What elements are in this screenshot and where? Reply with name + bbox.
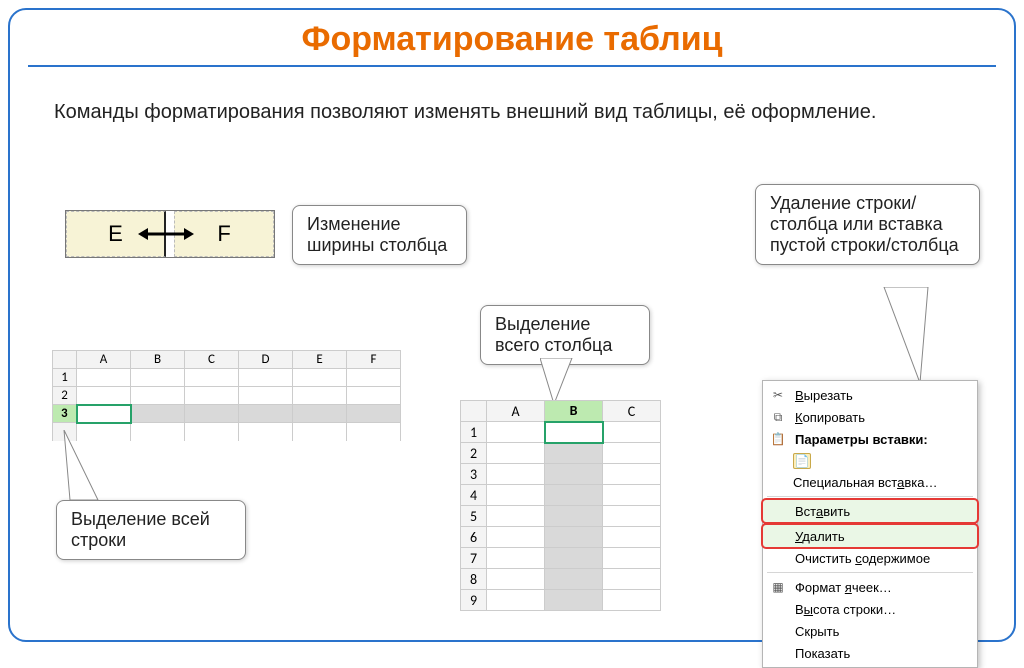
menu-paste-special-label: Специальная вставка… [793, 475, 937, 490]
copy-icon: ⧉ [769, 409, 787, 425]
blank-icon [769, 623, 787, 639]
row-header[interactable]: 2 [53, 387, 77, 405]
blank-icon [769, 645, 787, 661]
menu-clear[interactable]: Очистить содержимое [763, 547, 977, 569]
row-header[interactable]: 4 [461, 485, 487, 506]
menu-clear-label: Очистить содержимое [795, 551, 930, 566]
row-header[interactable]: 5 [461, 506, 487, 527]
slide-frame: Форматирование таблиц Команды форматиров… [8, 8, 1016, 642]
menu-hide[interactable]: Скрыть [763, 620, 977, 642]
row-header[interactable]: 3 [461, 464, 487, 485]
row-header[interactable]: 1 [53, 369, 77, 387]
context-menu: ✂ Вырезать ⧉ Копировать 📋 Параметры вста… [762, 380, 978, 668]
callout-insert-delete-text: Удаление строки/столбца или вставка пуст… [770, 193, 959, 255]
blank-icon [769, 550, 787, 566]
callout-tail-menu [876, 287, 936, 383]
intro-text: Команды форматирования позволяют изменят… [54, 99, 970, 126]
callout-column-width-text: Изменение ширины столбца [307, 214, 447, 255]
format-cells-icon: ▦ [769, 579, 787, 595]
active-cell[interactable] [77, 405, 131, 423]
row-col-corner[interactable] [461, 401, 487, 422]
col-header[interactable]: B [131, 351, 185, 369]
menu-cut-label: Вырезать [795, 388, 853, 403]
row-header[interactable]: 2 [461, 443, 487, 464]
menu-separator [767, 496, 973, 497]
row-selection-grid: A B C D E F 1 2 3 [52, 350, 401, 441]
callout-col-select-text: Выделение всего столбца [495, 314, 612, 355]
callout-row-select: Выделение всей строки [56, 500, 246, 560]
menu-paste-option-button[interactable]: 📄 [763, 450, 977, 472]
menu-delete-label: Удалить [795, 529, 845, 544]
menu-cut[interactable]: ✂ Вырезать [763, 384, 977, 406]
blank-icon [769, 601, 787, 617]
col-header[interactable]: D [239, 351, 293, 369]
menu-insert[interactable]: Вставить [763, 500, 977, 522]
callout-tail-col [540, 358, 580, 404]
col-header[interactable]: A [77, 351, 131, 369]
cut-icon: ✂ [769, 387, 787, 403]
row-header[interactable]: 1 [461, 422, 487, 443]
menu-copy-label: Копировать [795, 410, 865, 425]
callout-col-select: Выделение всего столбца [480, 305, 650, 365]
row-header[interactable]: 9 [461, 590, 487, 611]
blank-icon [769, 528, 787, 544]
title-underline [28, 65, 996, 67]
menu-row-height-label: Высота строки… [795, 602, 896, 617]
menu-row-height[interactable]: Высота строки… [763, 598, 977, 620]
clipboard-icon: 📋 [769, 431, 787, 447]
callout-row-select-text: Выделение всей строки [71, 509, 210, 550]
menu-hide-label: Скрыть [795, 624, 839, 639]
col-header[interactable]: C [185, 351, 239, 369]
menu-format-cells[interactable]: ▦ Формат ячеек… [763, 576, 977, 598]
menu-paste-special[interactable]: Специальная вставка… [763, 472, 977, 493]
row-header[interactable]: 8 [461, 569, 487, 590]
menu-separator [767, 572, 973, 573]
page-title: Форматирование таблиц [10, 20, 1014, 59]
row-header-selected[interactable]: 3 [53, 405, 77, 423]
menu-show-label: Показать [795, 646, 850, 661]
blank-icon [769, 503, 787, 519]
menu-format-cells-label: Формат ячеек… [795, 580, 892, 595]
menu-copy[interactable]: ⧉ Копировать [763, 406, 977, 428]
paste-icon: 📄 [793, 453, 811, 469]
col-header[interactable]: F [347, 351, 401, 369]
resize-arrow-icon [138, 223, 194, 245]
active-cell[interactable] [545, 422, 603, 443]
column-selection-grid: A B C 1 2 3 4 5 6 7 8 9 [460, 400, 661, 611]
menu-delete[interactable]: Удалить [763, 525, 977, 547]
row-col-corner[interactable] [53, 351, 77, 369]
row-header[interactable]: 7 [461, 548, 487, 569]
col-header-selected[interactable]: B [545, 401, 603, 422]
callout-insert-delete: Удаление строки/столбца или вставка пуст… [755, 184, 980, 265]
callout-column-width: Изменение ширины столбца [292, 205, 467, 265]
menu-paste-options-label: Параметры вставки: [795, 432, 928, 447]
column-width-demo: E F [65, 210, 275, 258]
menu-paste-options[interactable]: 📋 Параметры вставки: [763, 428, 977, 450]
col-header[interactable]: E [293, 351, 347, 369]
col-header[interactable]: A [487, 401, 545, 422]
menu-insert-label: Вставить [795, 504, 850, 519]
col-header[interactable]: C [603, 401, 661, 422]
menu-show[interactable]: Показать [763, 642, 977, 664]
row-header[interactable]: 6 [461, 527, 487, 548]
callout-tail-row [60, 430, 110, 502]
